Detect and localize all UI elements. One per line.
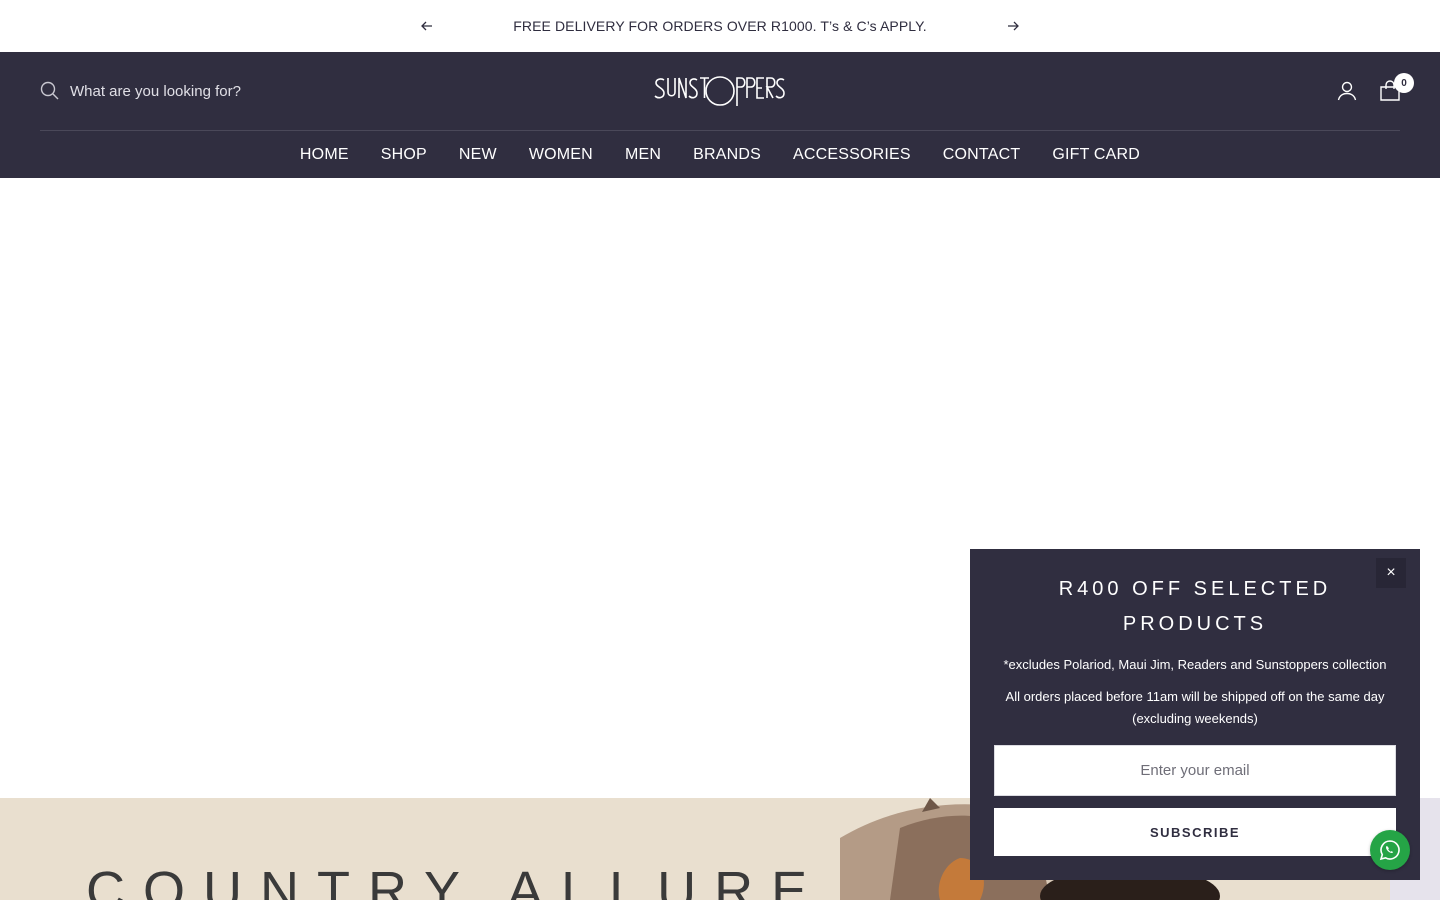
user-icon[interactable] (1336, 80, 1358, 102)
site-header: 0 HOME SHOP NEW WOMEN MEN BRANDS ACCESSO… (0, 52, 1440, 178)
main-nav: HOME SHOP NEW WOMEN MEN BRANDS ACCESSORI… (0, 131, 1440, 178)
search-bar[interactable] (40, 80, 440, 102)
sunstoppers-logo (654, 76, 785, 106)
arrow-right-icon (1008, 21, 1019, 31)
cart-count-badge: 0 (1394, 73, 1414, 93)
announcement-message: FREE DELIVERY FOR ORDERS OVER R1000. T’s… (513, 18, 927, 34)
newsletter-popup: × R400 OFF SELECTED PRODUCTS *excludes P… (970, 549, 1420, 880)
hero-title: COUNTRY ALLURE (86, 861, 826, 900)
nav-item-home[interactable]: HOME (300, 146, 349, 164)
announcement-prev-button[interactable] (418, 17, 436, 35)
nav-item-new[interactable]: NEW (459, 146, 497, 164)
nav-item-brands[interactable]: BRANDS (693, 146, 761, 164)
whatsapp-icon (1379, 840, 1400, 861)
nav-item-shop[interactable]: SHOP (381, 146, 427, 164)
nav-item-contact[interactable]: CONTACT (943, 146, 1021, 164)
search-input[interactable] (70, 82, 410, 100)
site-logo[interactable] (654, 70, 786, 114)
popup-shipping-note: All orders placed before 11am will be sh… (1005, 689, 1385, 726)
subscribe-button[interactable]: SUBSCRIBE (994, 808, 1396, 856)
whatsapp-button[interactable] (1370, 830, 1410, 870)
nav-item-women[interactable]: WOMEN (529, 146, 593, 164)
announcement-bar: FREE DELIVERY FOR ORDERS OVER R1000. T’s… (0, 0, 1440, 52)
arrow-left-icon (421, 21, 432, 31)
popup-excludes-note: *excludes Polariod, Maui Jim, Readers an… (1003, 657, 1387, 672)
nav-item-accessories[interactable]: ACCESSORIES (793, 146, 911, 164)
email-field-wrapper (994, 745, 1396, 796)
announcement-next-button[interactable] (1004, 17, 1022, 35)
search-icon[interactable] (40, 81, 60, 101)
popup-title: R400 OFF SELECTED PRODUCTS (1058, 578, 1332, 635)
nav-item-men[interactable]: MEN (625, 146, 661, 164)
email-field[interactable] (995, 762, 1395, 779)
nav-item-gift-card[interactable]: GIFT CARD (1052, 146, 1140, 164)
